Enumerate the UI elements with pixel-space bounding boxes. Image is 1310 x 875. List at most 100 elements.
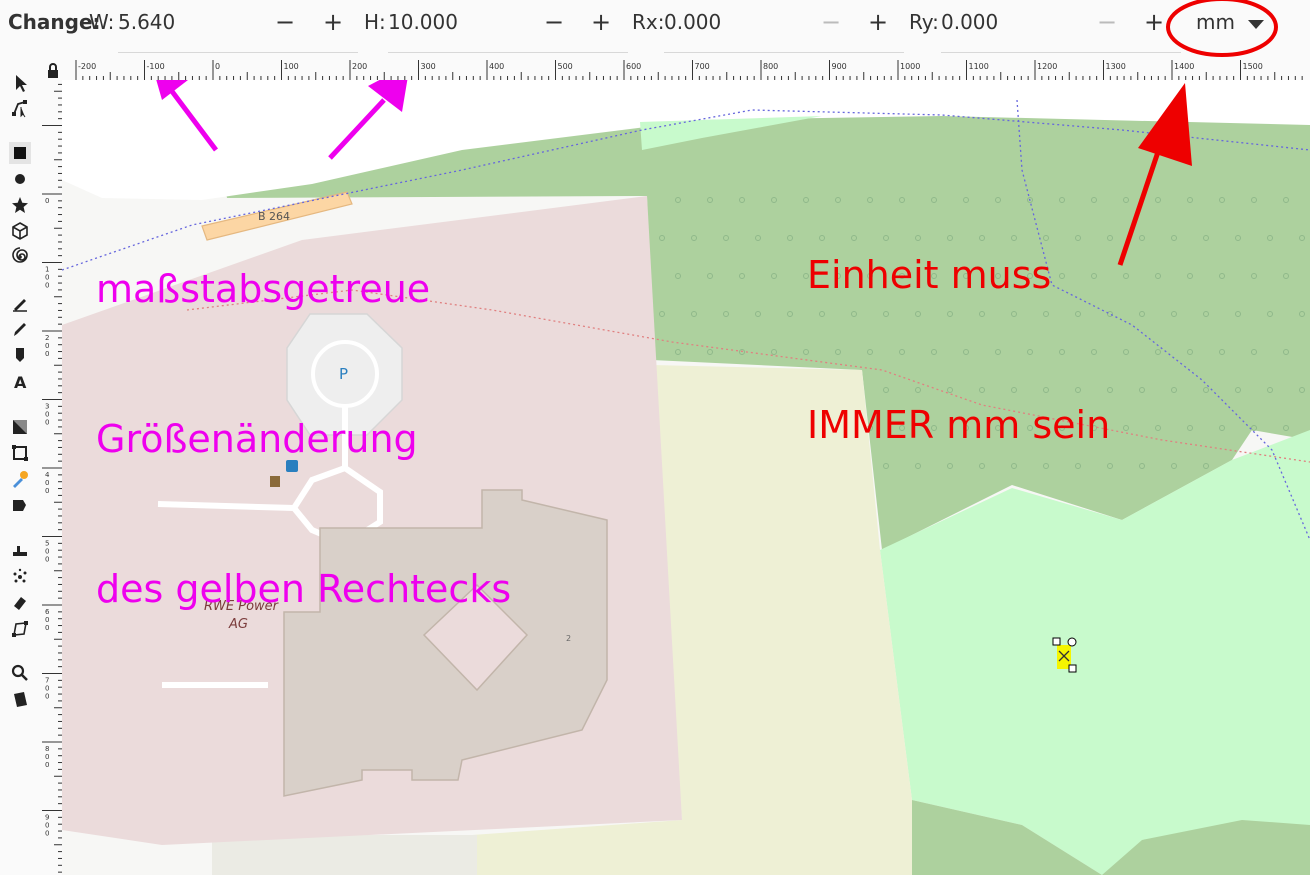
connector-tool-icon[interactable] bbox=[9, 618, 31, 640]
ruler-label: 0 bbox=[45, 693, 49, 701]
ruler-label: 600 bbox=[626, 62, 641, 71]
ruler-label: 5 bbox=[45, 540, 49, 548]
width-increment-button[interactable]: + bbox=[320, 8, 346, 36]
drawing-canvas[interactable]: B 264 P RWE Power AG 2 maßstabsgetreue G… bbox=[62, 80, 1310, 875]
annotation-line: IMMER mm sein bbox=[807, 403, 1111, 447]
ruler-label: 4 bbox=[45, 471, 50, 479]
ruler-label: 300 bbox=[421, 62, 436, 71]
ruler-label: 200 bbox=[352, 62, 367, 71]
eraser-tool-icon[interactable] bbox=[9, 592, 31, 614]
ry-field-underline bbox=[941, 52, 1181, 53]
tweak-tool-icon[interactable] bbox=[9, 540, 31, 562]
ruler-label: 0 bbox=[45, 822, 49, 830]
height-input[interactable]: 10.000 bbox=[388, 10, 458, 34]
unit-highlight-circle bbox=[1166, 0, 1278, 57]
ruler-label: 400 bbox=[489, 62, 504, 71]
ruler-label: 1000 bbox=[900, 62, 920, 71]
ruler-label: 900 bbox=[832, 62, 847, 71]
ruler-label: 0 bbox=[45, 350, 49, 358]
pencil-tool-icon[interactable] bbox=[9, 318, 31, 340]
spray-tool-icon[interactable] bbox=[9, 566, 31, 588]
radius-handle[interactable] bbox=[1067, 637, 1077, 647]
measure-tool-icon[interactable] bbox=[9, 688, 31, 710]
ruler-label: 0 bbox=[45, 411, 49, 419]
ruler-label: 0 bbox=[45, 479, 49, 487]
width-field-underline bbox=[118, 52, 358, 53]
ruler-label: 0 bbox=[45, 274, 49, 282]
height-decrement-button[interactable]: − bbox=[541, 8, 567, 36]
ruler-label: 500 bbox=[558, 62, 573, 71]
rx-field-underline bbox=[664, 52, 904, 53]
ruler-label: 0 bbox=[45, 548, 49, 556]
annotation-line: Größenänderung bbox=[96, 417, 418, 461]
toolbox: A bbox=[0, 60, 42, 875]
zoom-tool-icon[interactable] bbox=[9, 662, 31, 684]
change-label: Change: bbox=[8, 10, 101, 34]
ellipse-tool-icon[interactable] bbox=[9, 168, 31, 190]
ruler-label: -100 bbox=[147, 62, 165, 71]
resize-handle[interactable] bbox=[1052, 637, 1061, 646]
horizontal-ruler[interactable]: -200 -100 0 100 200 300 400 500 600 700 800 900 1000… bbox=[62, 60, 1310, 81]
height-increment-button[interactable]: + bbox=[588, 8, 614, 36]
ruler-label: 6 bbox=[45, 608, 50, 616]
ruler-label: 1400 bbox=[1174, 62, 1194, 71]
text-tool-icon[interactable]: A bbox=[9, 370, 31, 392]
mesh-tool-icon[interactable] bbox=[9, 442, 31, 464]
ry-label: Ry: bbox=[909, 10, 939, 34]
rx-input[interactable]: 0.000 bbox=[664, 10, 721, 34]
grey-ground bbox=[212, 835, 477, 875]
ruler-label: 0 bbox=[45, 197, 49, 205]
ry-decrement-button[interactable]: − bbox=[1094, 8, 1120, 36]
annotation-line: Einheit muss bbox=[807, 253, 1052, 297]
ruler-label: 1300 bbox=[1106, 62, 1126, 71]
ruler-label: 9 bbox=[45, 814, 49, 822]
width-decrement-button[interactable]: − bbox=[272, 8, 298, 36]
ruler-label: 0 bbox=[45, 624, 49, 632]
vertical-ruler[interactable]: 0100200300400500600700800900 bbox=[42, 80, 63, 875]
annotation-line: des gelben Rechtecks bbox=[96, 567, 512, 611]
ruler-label: 7 bbox=[45, 677, 49, 685]
lock-icon[interactable] bbox=[44, 62, 62, 80]
ruler-label: 0 bbox=[45, 761, 49, 769]
spiral-tool-icon[interactable] bbox=[9, 246, 31, 268]
ruler-label: 8 bbox=[45, 745, 49, 753]
rx-label: Rx: bbox=[632, 10, 665, 34]
node-tool-icon[interactable] bbox=[9, 97, 31, 119]
ruler-label: 1200 bbox=[1037, 62, 1057, 71]
rx-decrement-button[interactable]: − bbox=[818, 8, 844, 36]
rectangle-tool-icon[interactable] bbox=[9, 142, 31, 164]
ruler-label: 0 bbox=[45, 556, 49, 564]
height-field-underline bbox=[388, 52, 628, 53]
pen-tool-icon[interactable] bbox=[9, 292, 31, 314]
calligraphy-tool-icon[interactable] bbox=[9, 344, 31, 366]
ry-increment-button[interactable]: + bbox=[1141, 8, 1167, 36]
resize-handle[interactable] bbox=[1068, 664, 1077, 673]
tool-controls-bar: Change: W: 5.640 − + H: 10.000 − + Rx: 0… bbox=[0, 0, 1310, 60]
star-tool-icon[interactable] bbox=[9, 194, 31, 216]
annotation-line: maßstabsgetreue bbox=[96, 267, 431, 311]
3d-box-tool-icon[interactable] bbox=[9, 220, 31, 242]
magenta-annotation: maßstabsgetreue Größenänderung des gelbe… bbox=[96, 164, 511, 714]
width-label: W: bbox=[89, 10, 115, 34]
ruler-label: 1100 bbox=[969, 62, 989, 71]
ruler-label: 0 bbox=[45, 419, 49, 427]
ruler-label: 0 bbox=[45, 685, 49, 693]
ruler-label: 0 bbox=[45, 282, 49, 290]
width-input[interactable]: 5.640 bbox=[118, 10, 175, 34]
ruler-label: 3 bbox=[45, 403, 49, 411]
paint-bucket-tool-icon[interactable] bbox=[9, 494, 31, 516]
ry-input[interactable]: 0.000 bbox=[941, 10, 998, 34]
height-label: H: bbox=[364, 10, 386, 34]
building-number: 2 bbox=[566, 634, 571, 643]
dropper-tool-icon[interactable] bbox=[9, 468, 31, 490]
ruler-label: 0 bbox=[45, 342, 49, 350]
ruler-label: 100 bbox=[284, 62, 299, 71]
ruler-label: 1 bbox=[45, 266, 49, 274]
svg-text:A: A bbox=[14, 373, 27, 392]
rx-increment-button[interactable]: + bbox=[865, 8, 891, 36]
ruler-label: -200 bbox=[78, 62, 96, 71]
ruler-label: 800 bbox=[763, 62, 778, 71]
selector-tool-icon[interactable] bbox=[9, 72, 31, 94]
gradient-tool-icon[interactable] bbox=[9, 416, 31, 438]
ruler-label: 0 bbox=[45, 616, 49, 624]
